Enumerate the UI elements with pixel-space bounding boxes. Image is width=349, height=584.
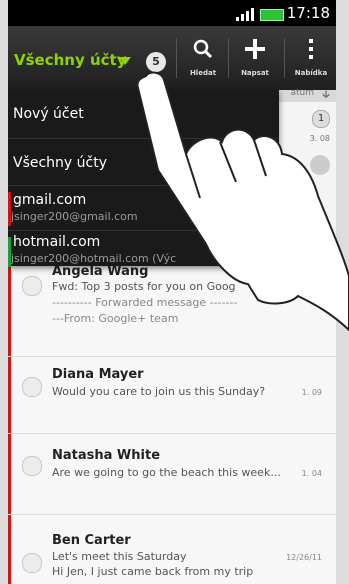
- status-bar: 17:18: [8, 0, 336, 26]
- new-account-label: Nový účet: [13, 106, 84, 122]
- account-color-bar: [8, 357, 11, 433]
- list-item[interactable]: Ben Carter Let's meet this Saturday Hi J…: [8, 515, 336, 584]
- select-checkbox[interactable]: [22, 377, 42, 397]
- compose-button[interactable]: Napsat: [232, 32, 278, 82]
- account-name: hotmail.com: [13, 234, 101, 250]
- sender-name: Ben Carter: [52, 533, 131, 548]
- menu-label: Nabídka: [294, 69, 328, 77]
- list-item[interactable]: Angela Wang Fwd: Top 3 posts for you on …: [8, 264, 336, 357]
- search-label: Hledat: [189, 69, 217, 77]
- divider: [284, 38, 285, 78]
- sender-name: Natasha White: [52, 448, 161, 463]
- select-checkbox[interactable]: [22, 456, 42, 476]
- account-email: jsinger200@gmail.com: [11, 210, 138, 223]
- unread-count-badge: 5: [146, 52, 166, 72]
- subject: Let's meet this Saturday: [52, 550, 187, 563]
- divider: [228, 38, 229, 78]
- message-date: 12/26/11: [286, 553, 322, 562]
- account-color-bar: [8, 515, 11, 584]
- preview-2: ---From: Google+ team: [52, 312, 179, 325]
- sender-name: Diana Mayer: [52, 367, 144, 382]
- side-date: 3. 08: [309, 134, 330, 143]
- subject: Fwd: Top 3 posts for you on Goog: [52, 280, 236, 293]
- account-item-gmail[interactable]: gmail.com jsinger200@gmail.com: [8, 186, 279, 231]
- status-time: 17:18: [286, 4, 330, 22]
- message-date: 3: [316, 284, 322, 293]
- account-color-bar: [8, 266, 11, 356]
- dropdown-triangle-icon[interactable]: [119, 57, 131, 65]
- email-app: 17:18 Všechny účty 5 Hledat Napsat Nabíd…: [8, 0, 336, 584]
- sort-arrow-icon[interactable]: 🡳: [322, 86, 330, 105]
- action-bar: Všechny účty 5 Hledat Napsat Nabídka: [8, 26, 336, 90]
- new-account-item[interactable]: Nový účet: [8, 90, 279, 139]
- subject: Are we going to go the beach this week..…: [52, 466, 281, 479]
- search-button[interactable]: Hledat: [180, 32, 226, 82]
- search-icon: [193, 39, 213, 59]
- account-dropdown: Nový účet Všechny účty gmail.com jsinger…: [8, 90, 279, 267]
- sender-name: Angela Wang: [52, 264, 149, 279]
- preview: ---------- Forwarded message -------: [52, 296, 238, 309]
- divider: [176, 38, 177, 78]
- all-accounts-label: Všechny účty: [13, 155, 108, 171]
- select-checkbox[interactable]: [22, 276, 42, 296]
- account-name: gmail.com: [13, 192, 87, 208]
- count-bubble: 1: [312, 110, 330, 128]
- menu-button[interactable]: Nabídka: [288, 32, 334, 82]
- select-checkbox[interactable]: [22, 553, 42, 573]
- list-item[interactable]: Diana Mayer Would you care to join us th…: [8, 357, 336, 434]
- preview: Hi Jen, I just came back from my trip: [52, 565, 254, 578]
- expand-icon[interactable]: [310, 155, 330, 175]
- subject: Would you care to join us this Sunday?: [52, 385, 266, 398]
- account-item-hotmail[interactable]: hotmail.com jsinger200@hotmail.com (Výc: [8, 231, 279, 267]
- battery-icon: [260, 9, 284, 21]
- account-color-bar: [8, 434, 11, 514]
- signal-icon: [236, 8, 254, 21]
- message-date: 1. 04: [301, 469, 322, 478]
- overflow-menu-icon: [309, 39, 313, 59]
- message-date: 1. 09: [301, 388, 322, 397]
- all-accounts-item[interactable]: Všechny účty: [8, 139, 279, 186]
- plus-icon: [245, 39, 265, 59]
- sort-label[interactable]: atum: [290, 88, 314, 98]
- account-selector[interactable]: Všechny účty: [14, 51, 126, 69]
- account-email: jsinger200@hotmail.com (Výc: [11, 252, 177, 265]
- compose-label: Napsat: [241, 69, 269, 77]
- list-item[interactable]: Natasha White Are we going to go the bea…: [8, 434, 336, 515]
